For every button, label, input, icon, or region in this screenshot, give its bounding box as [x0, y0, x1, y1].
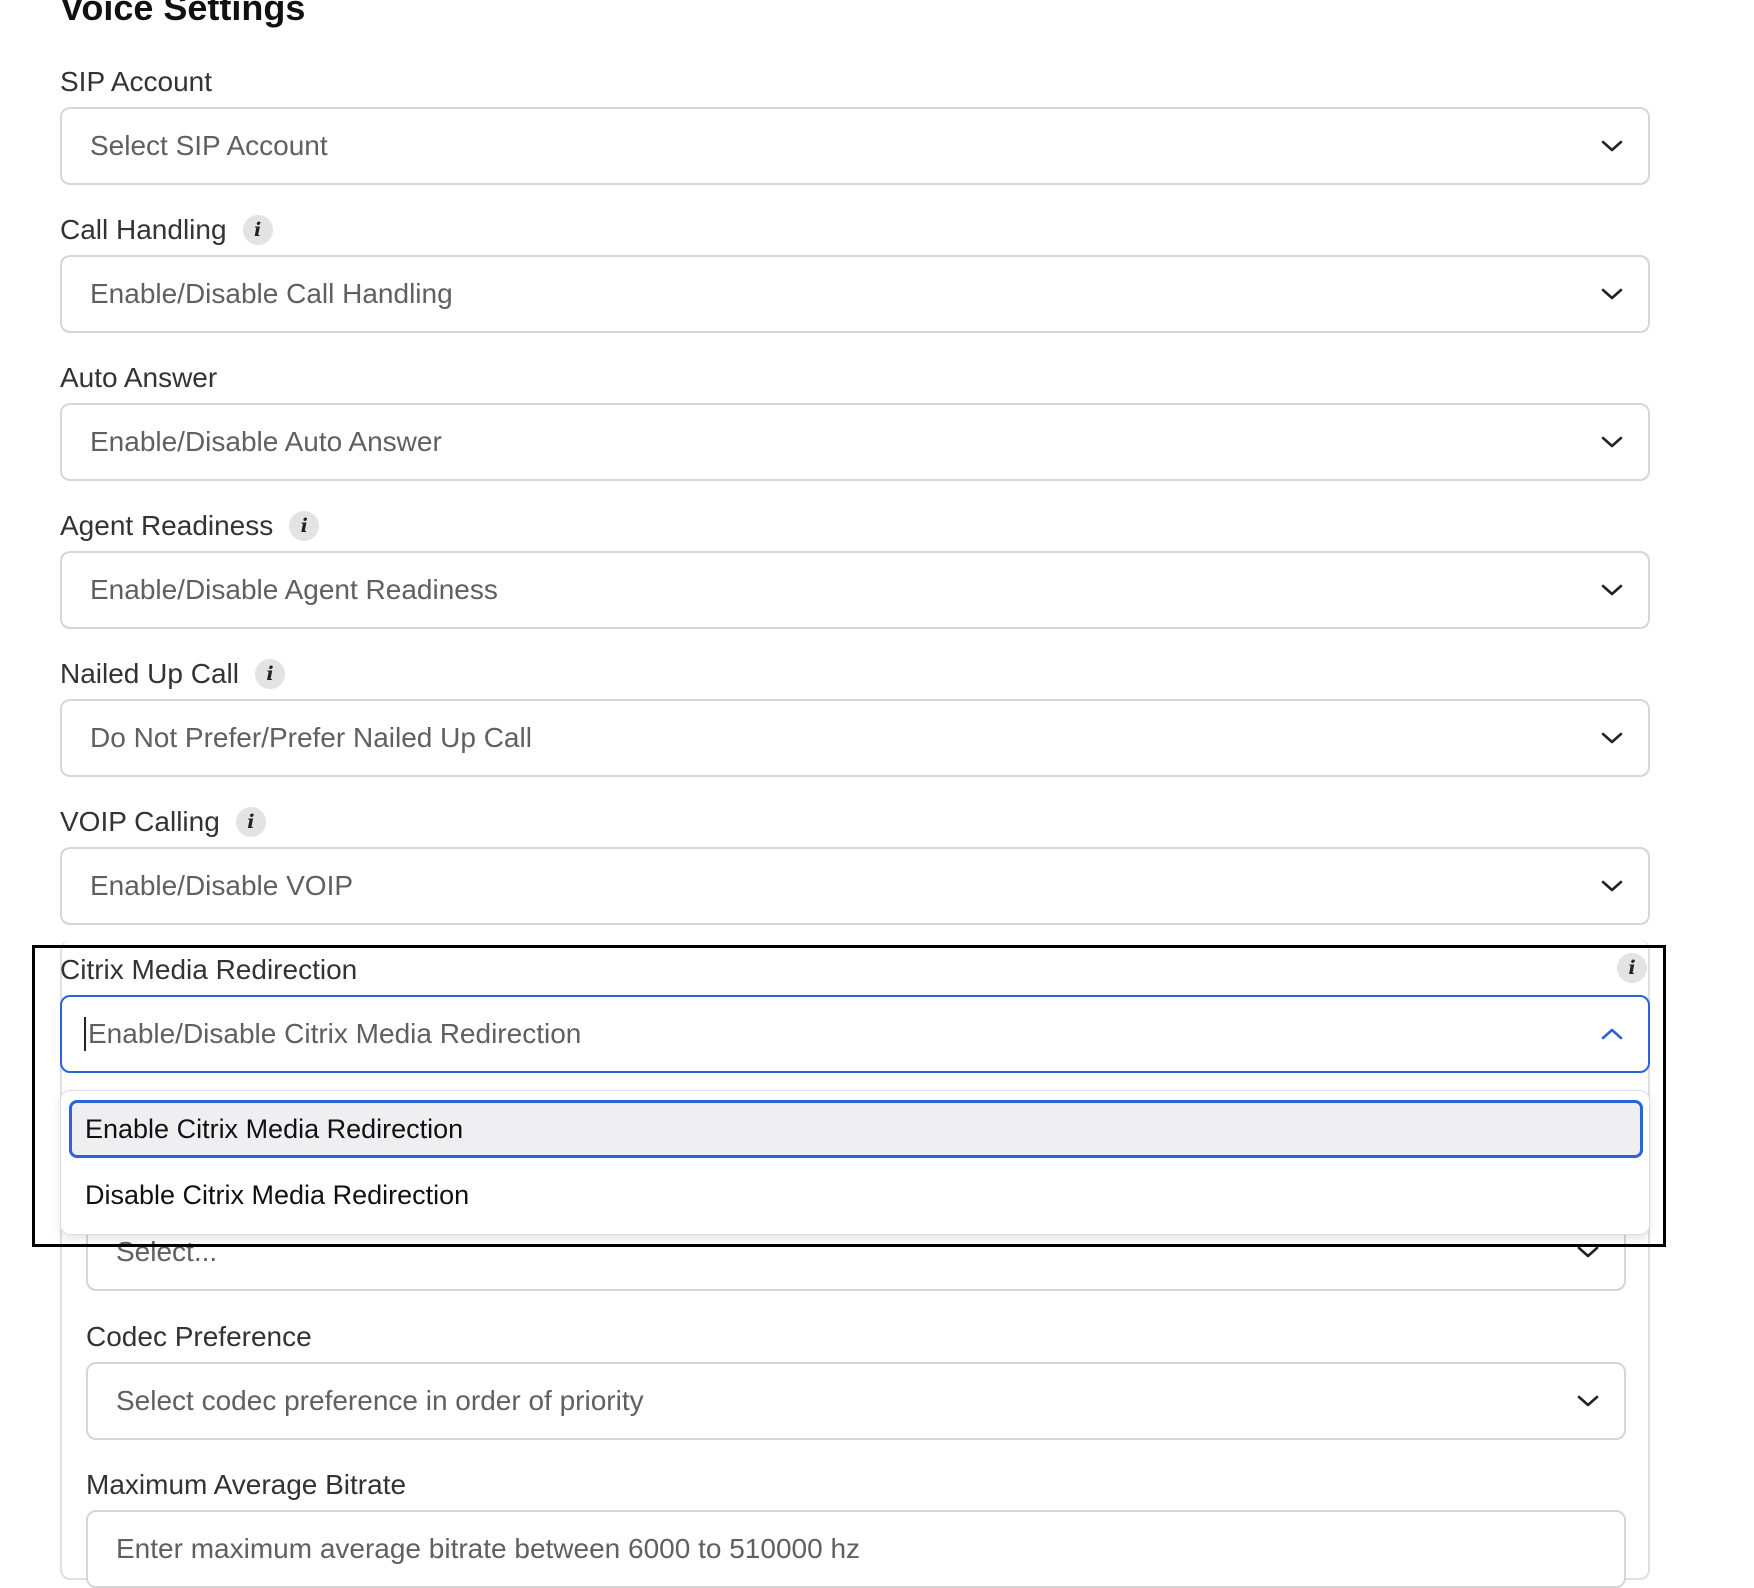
auto-answer-placeholder: Enable/Disable Auto Answer [90, 426, 442, 457]
auto-answer-select[interactable]: Enable/Disable Auto Answer [60, 403, 1650, 481]
chevron-down-icon [1600, 878, 1624, 894]
nailed-up-call-placeholder: Do Not Prefer/Prefer Nailed Up Call [90, 722, 532, 753]
chevron-up-icon [1600, 1026, 1624, 1042]
codec-preference-label-text: Codec Preference [86, 1321, 312, 1352]
page-title: Voice Settings [60, 0, 306, 28]
info-icon[interactable]: i [254, 659, 285, 689]
agent-readiness-select[interactable]: Enable/Disable Agent Readiness [60, 551, 1650, 629]
chevron-down-icon [1600, 434, 1624, 450]
call-handling-select[interactable]: Enable/Disable Call Handling [60, 255, 1650, 333]
citrix-media-redirection-label-text: Citrix Media Redirection [60, 954, 358, 985]
auto-answer-label-text: Auto Answer [60, 362, 218, 393]
citrix-media-redirection-placeholder: Enable/Disable Citrix Media Redirection [88, 1018, 582, 1049]
chevron-down-icon [1576, 1244, 1600, 1260]
chevron-down-icon [1600, 138, 1624, 154]
option-disable-citrix-media-redirection[interactable]: Disable Citrix Media Redirection [69, 1166, 1643, 1224]
voip-calling-placeholder: Enable/Disable VOIP [90, 870, 354, 901]
max-average-bitrate-placeholder: Enter maximum average bitrate between 60… [116, 1533, 861, 1564]
auto-answer-label: Auto Answer [60, 360, 217, 396]
citrix-media-redirection-label: Citrix Media Redirection [60, 952, 357, 988]
citrix-media-redirection-dropdown: Enable Citrix Media Redirection Disable … [60, 1090, 1650, 1235]
nailed-up-call-label-text: Nailed Up Call [60, 658, 239, 689]
max-average-bitrate-label-text: Maximum Average Bitrate [86, 1469, 407, 1500]
option-label: Disable Citrix Media Redirection [85, 1179, 470, 1210]
max-average-bitrate-input[interactable]: Enter maximum average bitrate between 60… [86, 1510, 1626, 1588]
call-handling-label: Call Handling i [60, 212, 273, 248]
info-icon[interactable]: i [289, 511, 320, 541]
nailed-up-call-label: Nailed Up Call i [60, 656, 285, 692]
agent-readiness-label: Agent Readiness i [60, 508, 320, 544]
agent-readiness-label-text: Agent Readiness [60, 510, 274, 541]
chevron-down-icon [1600, 730, 1624, 746]
voip-calling-label: VOIP Calling i [60, 804, 266, 840]
chevron-down-icon [1600, 582, 1624, 598]
info-icon[interactable]: i [242, 215, 273, 245]
sip-account-select[interactable]: Select SIP Account [60, 107, 1650, 185]
text-cursor [84, 1017, 86, 1051]
voip-calling-select[interactable]: Enable/Disable VOIP [60, 847, 1650, 925]
info-icon[interactable]: i [235, 807, 266, 837]
sip-account-label: SIP Account [60, 64, 212, 100]
citrix-media-redirection-select[interactable]: Enable/Disable Citrix Media Redirection [60, 995, 1650, 1073]
info-icon[interactable]: i [1617, 953, 1647, 983]
agent-readiness-placeholder: Enable/Disable Agent Readiness [90, 574, 498, 605]
max-average-bitrate-label: Maximum Average Bitrate [86, 1467, 406, 1503]
voip-calling-label-text: VOIP Calling [60, 806, 220, 837]
call-handling-label-text: Call Handling [60, 214, 227, 245]
codec-preference-label: Codec Preference [86, 1319, 312, 1355]
codec-preference-select[interactable]: Select codec preference in order of prio… [86, 1362, 1626, 1440]
hidden-select-placeholder: Select... [116, 1236, 218, 1267]
sip-account-placeholder: Select SIP Account [90, 130, 328, 161]
call-handling-placeholder: Enable/Disable Call Handling [90, 278, 453, 309]
option-enable-citrix-media-redirection[interactable]: Enable Citrix Media Redirection [69, 1100, 1643, 1158]
chevron-down-icon [1600, 286, 1624, 302]
sip-account-label-text: SIP Account [60, 66, 213, 97]
codec-preference-placeholder: Select codec preference in order of prio… [116, 1385, 644, 1416]
chevron-down-icon [1576, 1393, 1600, 1409]
option-label: Enable Citrix Media Redirection [85, 1113, 464, 1144]
nailed-up-call-select[interactable]: Do Not Prefer/Prefer Nailed Up Call [60, 699, 1650, 777]
